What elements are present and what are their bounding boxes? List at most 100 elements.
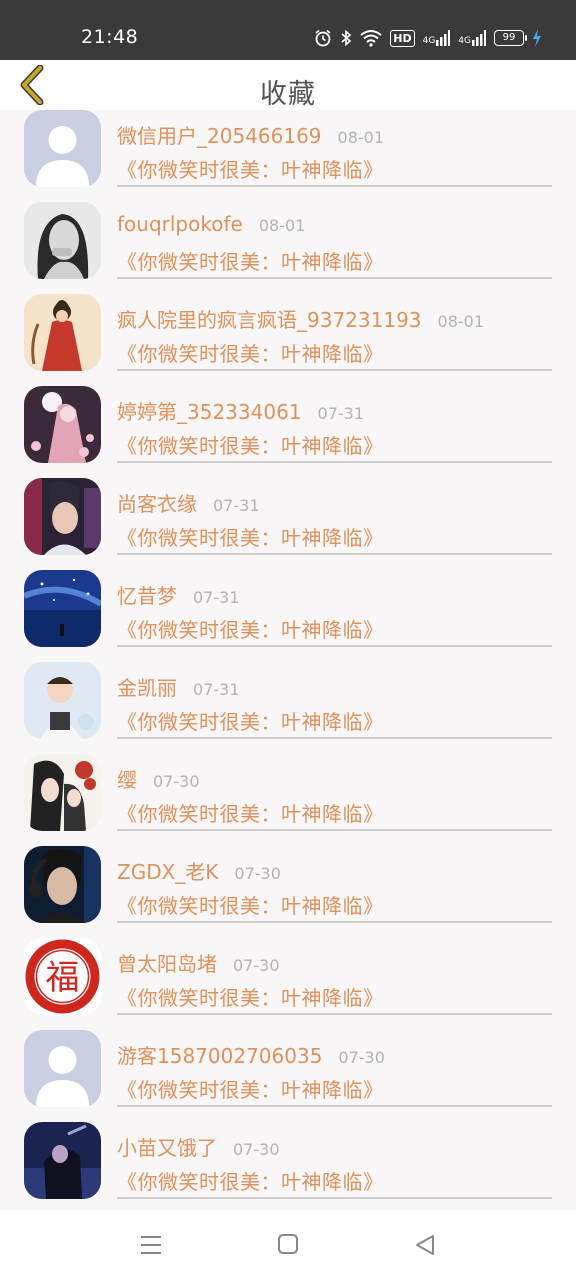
avatar[interactable] [24, 754, 101, 831]
divider [117, 369, 552, 371]
divider [117, 553, 552, 555]
status-time: 21:48 [81, 26, 139, 48]
user-name[interactable]: 疯人院里的疯言疯语_937231193 [117, 304, 422, 333]
avatar[interactable] [24, 1030, 101, 1107]
avatar[interactable] [24, 1122, 101, 1199]
list-item[interactable]: 缨 07-30 《你微笑时很美：叶神降临》 [0, 754, 576, 846]
list-item[interactable]: 微信用户_205466169 08-01 《你微笑时很美：叶神降临》 [0, 110, 576, 202]
avatar[interactable] [24, 386, 101, 463]
system-nav-bar [0, 1210, 576, 1280]
item-header: 曾太阳岛堵 07-30 [117, 948, 280, 977]
item-header: 疯人院里的疯言疯语_937231193 08-01 [117, 304, 484, 333]
book-title[interactable]: 《你微笑时很美：叶神降临》 [117, 522, 384, 551]
favorite-date: 07-31 [213, 496, 260, 515]
battery-indicator: 99 [494, 30, 527, 46]
menu-button[interactable] [139, 1233, 165, 1257]
book-title[interactable]: 《你微笑时很美：叶神降临》 [117, 338, 384, 367]
signal-2: 4G [458, 30, 486, 46]
home-square-icon [278, 1234, 298, 1254]
avatar[interactable] [24, 202, 101, 279]
user-name[interactable]: 金凯丽 [117, 672, 177, 701]
menu-icon [141, 1236, 161, 1254]
book-title[interactable]: 《你微笑时很美：叶神降临》 [117, 246, 384, 275]
favorite-date: 07-31 [317, 404, 365, 423]
avatar[interactable]: 福 [24, 938, 101, 1015]
favorite-date: 08-01 [337, 128, 385, 147]
book-title[interactable]: 《你微笑时很美：叶神降临》 [117, 1166, 384, 1195]
book-title[interactable]: 《你微笑时很美：叶神降临》 [117, 798, 384, 827]
nav-back-button[interactable] [413, 1233, 439, 1257]
list-item[interactable]: 金凯丽 07-31 《你微笑时很美：叶神降临》 [0, 662, 576, 754]
divider [117, 645, 552, 647]
avatar-image [24, 570, 101, 647]
divider [117, 829, 552, 831]
favorite-date: 07-30 [234, 864, 281, 883]
book-title[interactable]: 《你微笑时很美：叶神降临》 [117, 982, 384, 1011]
avatar-image [24, 202, 101, 279]
book-title[interactable]: 《你微笑时很美：叶神降临》 [117, 614, 384, 643]
item-header: 婷婷第_352334061 07-31 [117, 396, 364, 425]
hd-badge: HD [390, 29, 415, 47]
avatar-image: 福 [24, 938, 101, 1015]
list-item[interactable]: 忆昔梦 07-31 《你微笑时很美：叶神降临》 [0, 570, 576, 662]
divider [117, 921, 552, 923]
user-name[interactable]: 曾太阳岛堵 [117, 948, 217, 977]
back-triangle-icon [416, 1235, 434, 1255]
user-name[interactable]: 缨 [117, 764, 137, 793]
avatar-image [24, 386, 101, 463]
user-name[interactable]: 小苗又饿了 [117, 1132, 217, 1161]
alarm-icon [315, 29, 331, 47]
list-item[interactable]: 婷婷第_352334061 07-31 《你微笑时很美：叶神降临》 [0, 386, 576, 478]
home-button[interactable] [277, 1233, 303, 1257]
user-name[interactable]: 尚客衣缘 [117, 488, 197, 517]
avatar[interactable] [24, 294, 101, 371]
avatar[interactable] [24, 662, 101, 739]
avatar-image [24, 662, 101, 739]
divider [117, 277, 552, 279]
book-title[interactable]: 《你微笑时很美：叶神降临》 [117, 890, 384, 919]
item-header: 小苗又饿了 07-30 [117, 1132, 280, 1161]
item-header: 微信用户_205466169 08-01 [117, 120, 384, 149]
list-item[interactable]: 福 曾太阳岛堵 07-30 《你微笑时很美：叶神降临》 [0, 938, 576, 1030]
item-header: fouqrlpokofe 08-01 [117, 212, 305, 236]
list-item[interactable]: 游客1587002706035 07-30 《你微笑时很美：叶神降临》 [0, 1030, 576, 1122]
avatar-image [24, 294, 101, 371]
avatar[interactable] [24, 846, 101, 923]
svg-text:福: 福 [46, 958, 80, 998]
book-title[interactable]: 《你微笑时很美：叶神降临》 [117, 154, 384, 183]
user-name[interactable]: 微信用户_205466169 [117, 120, 322, 149]
list-item[interactable]: 小苗又饿了 07-30 《你微笑时很美：叶神降临》 [0, 1122, 576, 1214]
favorite-date: 07-30 [338, 1048, 385, 1067]
status-icons: HD 4G 4G 99 [314, 26, 542, 50]
user-name[interactable]: fouqrlpokofe [117, 212, 243, 236]
avatar-image [24, 1030, 101, 1107]
charging-icon [533, 29, 541, 47]
user-name[interactable]: 婷婷第_352334061 [117, 396, 302, 425]
avatar[interactable] [24, 110, 101, 187]
wifi-icon [360, 30, 382, 47]
avatar-image [24, 478, 101, 555]
list-item[interactable]: ZGDX_老K 07-30 《你微笑时很美：叶神降临》 [0, 846, 576, 938]
avatar[interactable] [24, 478, 101, 555]
book-title[interactable]: 《你微笑时很美：叶神降临》 [117, 706, 384, 735]
favorite-date: 08-01 [437, 312, 485, 331]
user-name[interactable]: ZGDX_老K [117, 856, 218, 885]
list-item[interactable]: 疯人院里的疯言疯语_937231193 08-01 《你微笑时很美：叶神降临》 [0, 294, 576, 386]
divider [117, 1013, 552, 1015]
user-name[interactable]: 游客1587002706035 [117, 1040, 322, 1069]
book-title[interactable]: 《你微笑时很美：叶神降临》 [117, 1074, 384, 1103]
divider [117, 737, 552, 739]
book-title[interactable]: 《你微笑时很美：叶神降临》 [117, 430, 384, 459]
item-header: 金凯丽 07-31 [117, 672, 240, 701]
divider [117, 1197, 552, 1199]
favorite-date: 07-31 [193, 588, 240, 607]
signal-1: 4G [423, 30, 451, 46]
avatar-image [24, 754, 101, 831]
list-item[interactable]: 尚客衣缘 07-31 《你微笑时很美：叶神降临》 [0, 478, 576, 570]
list-item[interactable]: fouqrlpokofe 08-01 《你微笑时很美：叶神降临》 [0, 202, 576, 294]
user-name[interactable]: 忆昔梦 [117, 580, 177, 609]
page-title: 收藏 [260, 79, 316, 110]
item-header: 忆昔梦 07-31 [117, 580, 240, 609]
item-header: 游客1587002706035 07-30 [117, 1040, 385, 1069]
avatar[interactable] [24, 570, 101, 647]
